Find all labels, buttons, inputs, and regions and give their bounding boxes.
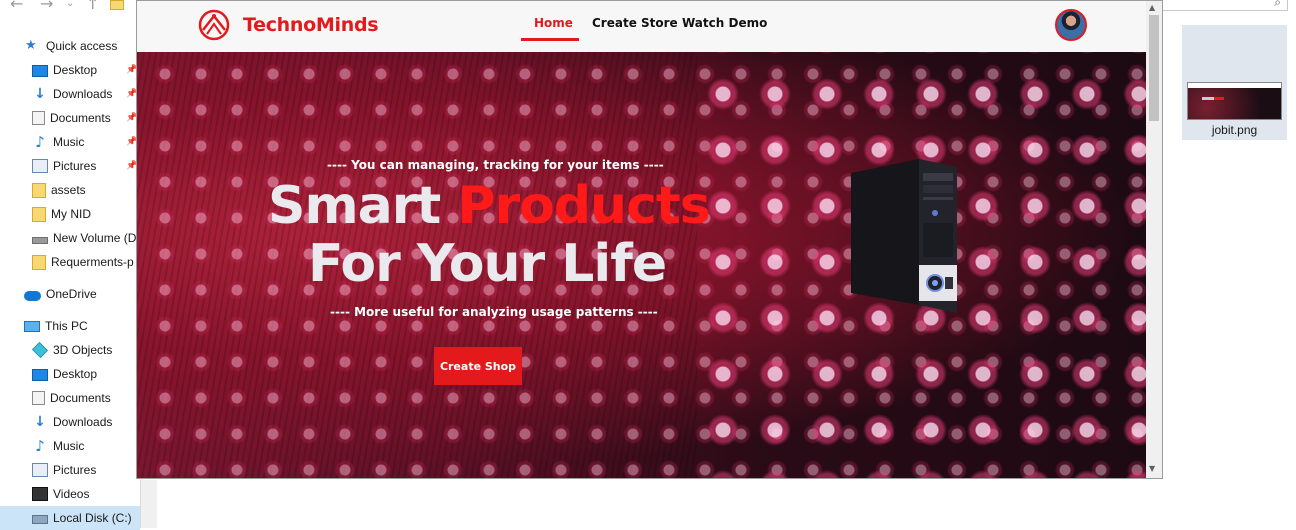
file-item[interactable]: jobit.png: [1182, 25, 1287, 140]
hero-tagline-top: ---- You can managing, tracking for your…: [327, 158, 664, 172]
preview-window: TechnoMinds Home Create Store Watch Demo…: [136, 0, 1163, 479]
download-icon: ↓: [34, 86, 46, 102]
document-icon: [32, 111, 45, 125]
cloud-icon: [24, 290, 41, 301]
up-arrow-icon[interactable]: ↑: [86, 0, 99, 13]
disk-icon: [32, 515, 48, 524]
pictures-icon: [32, 463, 48, 477]
sidebar-item-assets[interactable]: assets: [0, 178, 140, 202]
sidebar-item-local-disk[interactable]: Local Disk (C:): [0, 506, 140, 530]
folder-icon: [32, 206, 46, 222]
document-icon: [32, 391, 45, 405]
sidebar-item-downloads[interactable]: ↓ Downloads 📌: [0, 82, 140, 106]
folder-icon: [32, 182, 46, 198]
pc-tower-image: [851, 159, 957, 313]
sidebar-item-requerments[interactable]: Requerments-p: [0, 250, 140, 274]
search-icon: ⌕: [1274, 0, 1281, 9]
desktop-icon: [32, 64, 48, 77]
computer-icon: [24, 320, 40, 332]
sidebar-item-music-pc[interactable]: ♪ Music: [0, 434, 140, 458]
scroll-thumb[interactable]: [1149, 15, 1159, 121]
sidebar-item-onedrive[interactable]: OneDrive: [0, 282, 140, 306]
create-shop-button[interactable]: Create Shop: [434, 347, 522, 385]
desktop-icon: [32, 368, 48, 381]
avatar[interactable]: [1055, 9, 1087, 41]
sidebar-item-quick-access[interactable]: ★ Quick access: [0, 34, 140, 58]
sidebar-item-3d-objects[interactable]: 3D Objects: [0, 338, 140, 362]
hero-banner: ---- You can managing, tracking for your…: [137, 52, 1146, 478]
nav-watch-demo-link[interactable]: Watch Demo: [682, 16, 767, 30]
file-name: jobit.png: [1211, 123, 1258, 137]
sidebar-item-videos[interactable]: Videos: [0, 482, 140, 506]
hero-headline-line1: Smart Products: [268, 176, 711, 236]
site-navbar: TechnoMinds Home Create Store Watch Demo: [137, 1, 1146, 53]
sidebar-item-my-nid[interactable]: My NID: [0, 202, 140, 226]
chevron-down-icon[interactable]: ⌄: [66, 0, 74, 9]
scroll-down-icon[interactable]: ▼: [1149, 464, 1155, 473]
sidebar-item-desktop-pc[interactable]: Desktop: [0, 362, 140, 386]
window-scrollbar[interactable]: ▲ ▼: [1146, 1, 1162, 478]
music-icon: ♪: [35, 437, 45, 455]
music-icon: ♪: [35, 133, 45, 151]
video-icon: [32, 487, 48, 501]
sidebar-item-downloads-pc[interactable]: ↓ Downloads: [0, 410, 140, 434]
sidebar-item-documents[interactable]: Documents 📌: [0, 106, 140, 130]
forward-arrow-icon[interactable]: →: [40, 0, 53, 13]
explorer-toolbar: ← → ⌄ ↑: [0, 0, 140, 14]
search-input[interactable]: ⌕: [1162, 0, 1288, 11]
scroll-up-icon[interactable]: ▲: [1149, 3, 1155, 12]
sidebar-item-this-pc[interactable]: This PC: [0, 314, 140, 338]
folder-icon: [32, 254, 46, 270]
logo-icon[interactable]: [197, 8, 231, 42]
nav-create-store-link[interactable]: Create Store: [592, 16, 678, 30]
drive-icon: [32, 236, 48, 244]
cube-icon: [32, 342, 48, 358]
headline-accent: Products: [457, 176, 710, 236]
star-icon: ★: [25, 38, 37, 53]
hero-tagline-bottom: ---- More useful for analyzing usage pat…: [330, 305, 658, 319]
pane-splitter[interactable]: [140, 480, 157, 528]
back-arrow-icon[interactable]: ←: [10, 0, 23, 13]
sidebar-item-new-volume[interactable]: New Volume (D:: [0, 226, 140, 250]
folder-icon: [110, 0, 124, 10]
download-icon: ↓: [34, 414, 46, 430]
sidebar-item-desktop[interactable]: Desktop 📌: [0, 58, 140, 82]
explorer-nav-pane: ★ Quick access Desktop 📌 ↓ Downloads 📌 Doc…: [0, 34, 140, 530]
sidebar-item-music[interactable]: ♪ Music 📌: [0, 130, 140, 154]
sidebar-item-pictures[interactable]: Pictures 📌: [0, 154, 140, 178]
nav-home-link[interactable]: Home: [534, 16, 573, 30]
sidebar-item-pictures-pc[interactable]: Pictures: [0, 458, 140, 482]
pictures-icon: [32, 159, 48, 173]
file-thumbnail: [1187, 82, 1282, 120]
hero-headline-line2: For Your Life: [308, 234, 667, 294]
brand-name[interactable]: TechnoMinds: [243, 14, 379, 36]
active-nav-indicator: [521, 38, 579, 41]
sidebar-item-documents-pc[interactable]: Documents: [0, 386, 140, 410]
